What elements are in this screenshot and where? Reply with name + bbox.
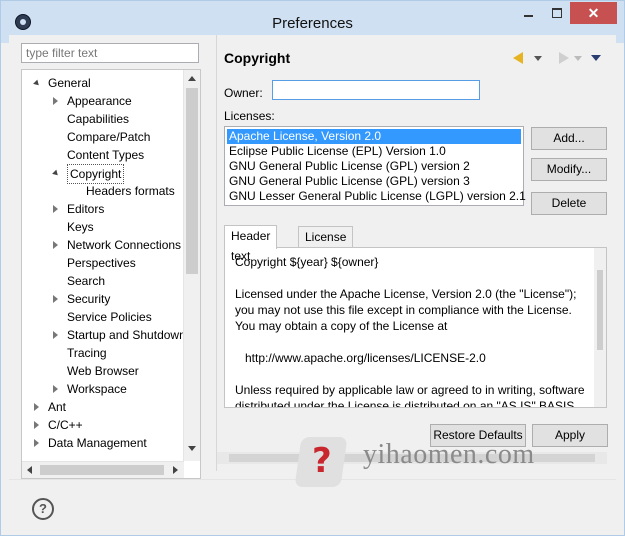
tree-item-label: Headers formats — [86, 184, 175, 198]
tree-item-label: Workspace — [67, 382, 127, 396]
view-menu-icon[interactable] — [591, 55, 601, 61]
tree-item-label: Copyright — [67, 164, 125, 184]
tree-scroll-thumb[interactable] — [186, 88, 198, 274]
forward-dropdown-icon[interactable] — [574, 56, 582, 61]
forward-arrow-icon[interactable] — [559, 52, 569, 64]
help-icon[interactable]: ? — [32, 498, 54, 520]
license-item[interactable]: GNU General Public License (GPL) version… — [227, 159, 472, 174]
collapsed-arrow-icon[interactable] — [34, 403, 39, 411]
modify-button[interactable]: Modify... — [531, 158, 607, 181]
owner-field[interactable] — [272, 80, 480, 100]
tree-horizontal-scrollbar[interactable] — [22, 461, 184, 478]
tree-item-label: C/C++ — [48, 418, 83, 432]
expanded-arrow-icon[interactable] — [33, 79, 41, 88]
license-item[interactable]: GNU Lesser General Public License (LGPL)… — [227, 189, 528, 204]
tree-vertical-scrollbar[interactable] — [183, 70, 200, 461]
back-dropdown-icon[interactable] — [534, 56, 542, 61]
tree-item-label: Ant — [48, 400, 67, 414]
license-item[interactable]: Apache License, Version 2.0 — [227, 129, 521, 144]
tree-item-label: Data Management — [48, 436, 147, 450]
header-text-editor[interactable]: Copyright ${year} ${owner} Licensed unde… — [235, 254, 585, 407]
tab-header-text[interactable]: Header text — [224, 225, 278, 263]
tree-item-label: Service Policies — [67, 310, 152, 324]
tree-item-label: Capabilities — [67, 112, 130, 126]
tree-item-label: Security — [67, 292, 111, 306]
minimize-button[interactable] — [514, 2, 543, 24]
preference-tree: General Appearance Capabilities Compare/Pat… — [21, 69, 201, 479]
scroll-up-icon[interactable] — [188, 76, 196, 81]
owner-label: Owner: — [224, 86, 263, 100]
tree-item-label: Web Browser — [67, 364, 139, 378]
collapsed-arrow-icon[interactable] — [53, 385, 58, 393]
collapsed-arrow-icon[interactable] — [53, 241, 58, 249]
page-title: Copyright — [224, 50, 291, 66]
maximize-button[interactable] — [543, 2, 570, 24]
scroll-right-icon[interactable] — [173, 466, 178, 474]
tree-item-label: Startup and Shutdown — [67, 328, 186, 342]
delete-button[interactable]: Delete — [531, 192, 607, 215]
left-panel: General Appearance Capabilities Compare/Pat… — [21, 43, 209, 479]
scroll-left-icon[interactable] — [27, 466, 32, 474]
licenses-list: Apache License, Version 2.0 Eclipse Publi… — [224, 126, 526, 206]
back-arrow-icon[interactable] — [513, 52, 523, 64]
filter-input[interactable] — [21, 43, 199, 63]
header-text-scrollbar[interactable] — [594, 248, 606, 407]
scroll-down-icon[interactable] — [188, 446, 196, 451]
tree-item-label: Tracing — [67, 346, 107, 360]
collapsed-arrow-icon[interactable] — [53, 205, 58, 213]
watermark-text: yihaomen.com — [363, 439, 535, 470]
tree-hscroll-thumb[interactable] — [40, 465, 164, 475]
expanded-arrow-icon[interactable] — [52, 169, 60, 178]
tree-item-label: Editors — [67, 202, 105, 216]
collapsed-arrow-icon[interactable] — [53, 331, 58, 339]
tab-license-file[interactable]: License file — [298, 226, 354, 264]
collapsed-arrow-icon[interactable] — [34, 421, 39, 429]
tree-item-label: General — [48, 76, 91, 90]
tree-item-label: Content Types — [67, 148, 145, 162]
tree-item-label: Compare/Patch — [67, 130, 151, 144]
page-nav-toolbar — [511, 50, 605, 66]
collapsed-arrow-icon[interactable] — [53, 295, 58, 303]
collapsed-arrow-icon[interactable] — [34, 439, 39, 447]
apply-button[interactable]: Apply — [532, 424, 608, 447]
license-item[interactable]: GNU General Public License (GPL) version… — [227, 174, 472, 189]
sash-divider[interactable] — [216, 35, 217, 471]
add-button[interactable]: Add... — [531, 127, 607, 150]
collapsed-arrow-icon[interactable] — [53, 97, 58, 105]
watermark-logo: ? — [283, 435, 353, 491]
licenses-label: Licenses: — [224, 109, 275, 123]
license-item[interactable]: Eclipse Public License (EPL) Version 1.0 — [227, 144, 448, 159]
tree-item-label: Network Connections — [67, 238, 182, 252]
close-button[interactable]: ✕ — [570, 2, 617, 24]
tree-item-label: Search — [67, 274, 106, 288]
tree-item-label: Keys — [67, 220, 94, 234]
header-text-panel: Copyright ${year} ${owner} Licensed unde… — [224, 247, 607, 408]
tree-item-label: Appearance — [67, 94, 132, 108]
header-text-scroll-thumb[interactable] — [597, 270, 603, 350]
tree-item-label: Perspectives — [67, 256, 136, 270]
preferences-window: Preferences ✕ GeneralAppearanceCapabilit… — [0, 0, 625, 536]
